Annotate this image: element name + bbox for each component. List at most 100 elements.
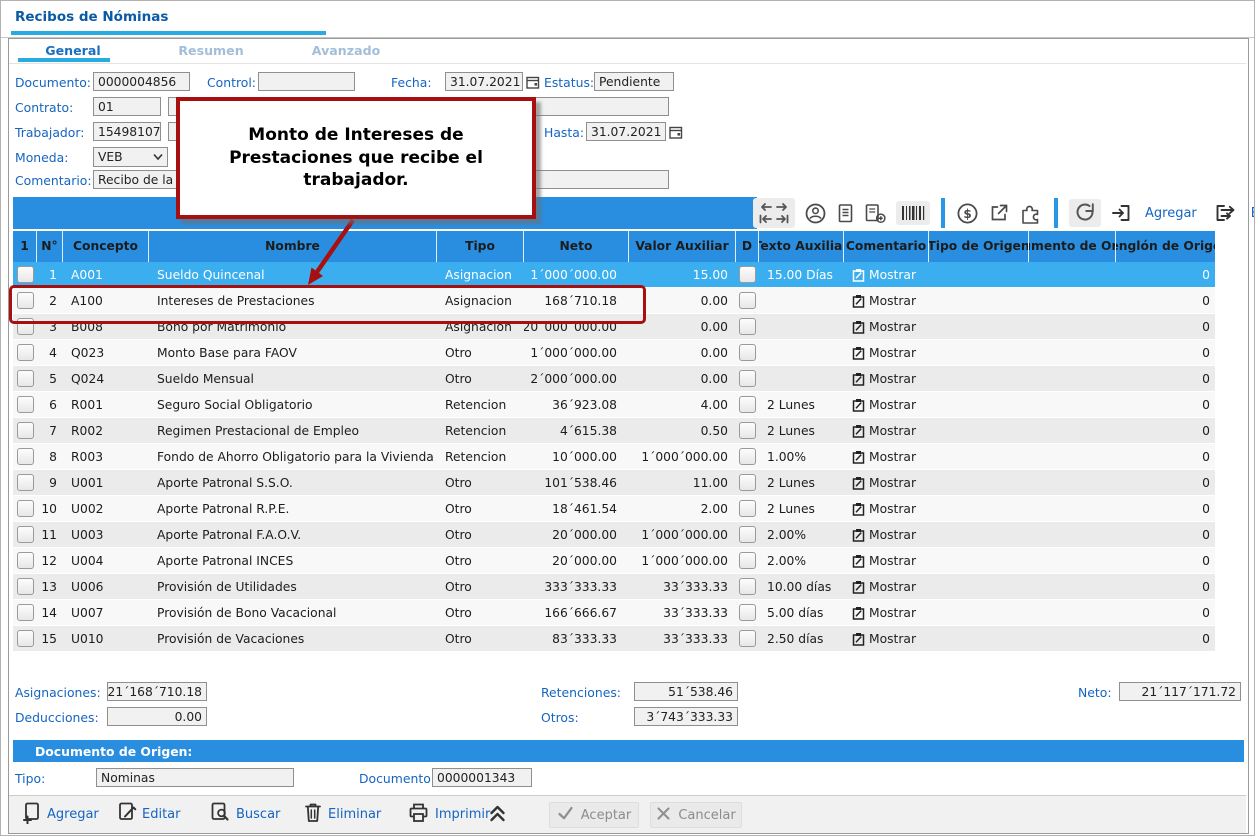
mostrar-link[interactable]: Mostrar — [844, 600, 929, 625]
puzzle-icon[interactable] — [1019, 201, 1043, 225]
moneda-select[interactable]: VEB — [93, 147, 168, 167]
column-header[interactable]: Valor Auxiliar — [629, 231, 736, 262]
row-checkbox[interactable] — [17, 344, 34, 361]
d-checkbox[interactable] — [739, 422, 756, 439]
document-icon[interactable] — [836, 203, 855, 224]
mostrar-link[interactable]: Mostrar — [844, 340, 929, 365]
table-row[interactable]: 11U003Aporte Patronal F.A.O.V.Otro20´000… — [13, 522, 1215, 548]
row-checkbox[interactable] — [17, 318, 34, 335]
buscar-button[interactable]: Buscar — [209, 796, 280, 833]
d-checkbox[interactable] — [739, 318, 756, 335]
mostrar-link[interactable]: Mostrar — [844, 366, 929, 391]
d-checkbox[interactable] — [739, 344, 756, 361]
column-header[interactable]: Concepto — [63, 231, 149, 262]
row-checkbox[interactable] — [17, 292, 34, 309]
mostrar-link[interactable]: Mostrar — [844, 522, 929, 547]
row-checkbox[interactable] — [17, 526, 34, 543]
table-row[interactable]: 15U010Provisión de VacacionesOtro83´333.… — [13, 626, 1215, 652]
remove-row-icon[interactable] — [1214, 202, 1238, 224]
origen-documento-field[interactable]: 0000001343 — [432, 768, 532, 787]
user-icon[interactable] — [804, 202, 827, 225]
contrato-field[interactable]: 01 — [93, 97, 161, 116]
row-checkbox[interactable] — [17, 370, 34, 387]
external-link-icon[interactable] — [988, 202, 1010, 224]
column-header[interactable]: Comentario — [844, 231, 929, 262]
table-row[interactable]: 3B008Bono por MatrimonioAsignacion20´000… — [13, 314, 1215, 340]
row-checkbox[interactable] — [17, 578, 34, 595]
column-header[interactable]: Renglón de Origen — [1116, 231, 1215, 262]
row-checkbox[interactable] — [17, 500, 34, 517]
mostrar-link[interactable]: Mostrar — [844, 418, 929, 443]
d-checkbox[interactable] — [739, 448, 756, 465]
row-checkbox[interactable] — [17, 474, 34, 491]
table-row[interactable]: 5Q024Sueldo MensualOtro2´000´000.000.00M… — [13, 366, 1215, 392]
table-row[interactable]: 8R003Fondo de Ahorro Obligatorio para la… — [13, 444, 1215, 470]
column-header[interactable]: Texto Auxiliar — [759, 231, 844, 262]
d-checkbox[interactable] — [739, 552, 756, 569]
column-header[interactable]: Neto — [524, 231, 629, 262]
collapse-panel-button[interactable] — [487, 796, 508, 833]
d-checkbox[interactable] — [739, 266, 756, 283]
eliminar-button[interactable]: Eliminar — [303, 796, 381, 833]
editar-button[interactable]: Editar — [116, 796, 181, 833]
row-checkbox[interactable] — [17, 604, 34, 621]
table-row[interactable]: 4Q023Monto Base para FAOVOtro1´000´000.0… — [13, 340, 1215, 366]
column-header[interactable]: Tipo de Origen — [929, 231, 1029, 262]
d-checkbox[interactable] — [739, 578, 756, 595]
hasta-field[interactable]: 31.07.2021 — [586, 122, 666, 141]
row-checkbox[interactable] — [17, 266, 34, 283]
calendar-icon[interactable] — [526, 74, 540, 88]
d-checkbox[interactable] — [739, 630, 756, 647]
d-checkbox[interactable] — [739, 604, 756, 621]
table-row[interactable]: 14U007Provisión de Bono VacacionalOtro16… — [13, 600, 1215, 626]
mostrar-link[interactable]: Mostrar — [844, 496, 929, 521]
refresh-icon[interactable] — [1069, 199, 1101, 227]
d-checkbox[interactable] — [739, 292, 756, 309]
column-header[interactable]: 1 — [13, 231, 37, 262]
expand-columns-icon[interactable] — [753, 198, 795, 228]
control-field[interactable] — [258, 72, 355, 91]
grid-agregar-label[interactable]: Agregar — [1145, 206, 1197, 221]
d-checkbox[interactable] — [739, 474, 756, 491]
row-checkbox[interactable] — [17, 630, 34, 647]
mostrar-link[interactable]: Mostrar — [844, 470, 929, 495]
row-checkbox[interactable] — [17, 552, 34, 569]
fecha-field[interactable]: 31.07.2021 — [445, 72, 523, 91]
table-row[interactable]: 13U006Provisión de UtilidadesOtro333´333… — [13, 574, 1215, 600]
column-header[interactable]: Documento de Origen — [1029, 231, 1116, 262]
table-row[interactable]: 9U001Aporte Patronal S.S.O.Otro101´538.4… — [13, 470, 1215, 496]
mostrar-link[interactable]: Mostrar — [844, 548, 929, 573]
row-checkbox[interactable] — [17, 422, 34, 439]
d-checkbox[interactable] — [739, 526, 756, 543]
mostrar-link[interactable]: Mostrar — [844, 262, 929, 287]
add-row-icon[interactable] — [1110, 202, 1132, 224]
mostrar-link[interactable]: Mostrar — [844, 444, 929, 469]
table-row[interactable]: 2A100Intereses de PrestacionesAsignacion… — [13, 288, 1215, 314]
column-header[interactable]: D — [736, 231, 759, 262]
table-row[interactable]: 12U004Aporte Patronal INCESOtro20´000.00… — [13, 548, 1215, 574]
origen-tipo-field[interactable]: Nominas — [96, 768, 294, 787]
column-header[interactable]: Tipo — [437, 231, 524, 262]
trabajador-field[interactable]: 15498107 — [93, 122, 161, 141]
row-checkbox[interactable] — [17, 396, 34, 413]
tab-resumen[interactable]: Resumen — [161, 43, 261, 61]
tab-avanzado[interactable]: Avanzado — [296, 43, 396, 61]
document-add-icon[interactable] — [864, 203, 887, 224]
d-checkbox[interactable] — [739, 500, 756, 517]
mostrar-link[interactable]: Mostrar — [844, 626, 929, 651]
imprimir-button[interactable]: Imprimir — [407, 796, 490, 833]
d-checkbox[interactable] — [739, 396, 756, 413]
mostrar-link[interactable]: Mostrar — [844, 392, 929, 417]
d-checkbox[interactable] — [739, 370, 756, 387]
mostrar-link[interactable]: Mostrar — [844, 574, 929, 599]
table-row[interactable]: 7R002Regimen Prestacional de EmpleoReten… — [13, 418, 1215, 444]
barcode-icon[interactable] — [896, 201, 930, 225]
grid-eliminar-label[interactable]: Eliminar — [1251, 206, 1255, 221]
aceptar-button[interactable]: Aceptar — [549, 802, 639, 828]
mostrar-link[interactable]: Mostrar — [844, 288, 929, 313]
table-row[interactable]: 10U002Aporte Patronal R.P.E.Otro18´461.5… — [13, 496, 1215, 522]
table-row[interactable]: 6R001Seguro Social ObligatorioRetencion3… — [13, 392, 1215, 418]
column-header[interactable]: Nombre — [149, 231, 437, 262]
agregar-button[interactable]: Agregar — [21, 796, 99, 833]
currency-icon[interactable]: $ — [956, 202, 979, 225]
